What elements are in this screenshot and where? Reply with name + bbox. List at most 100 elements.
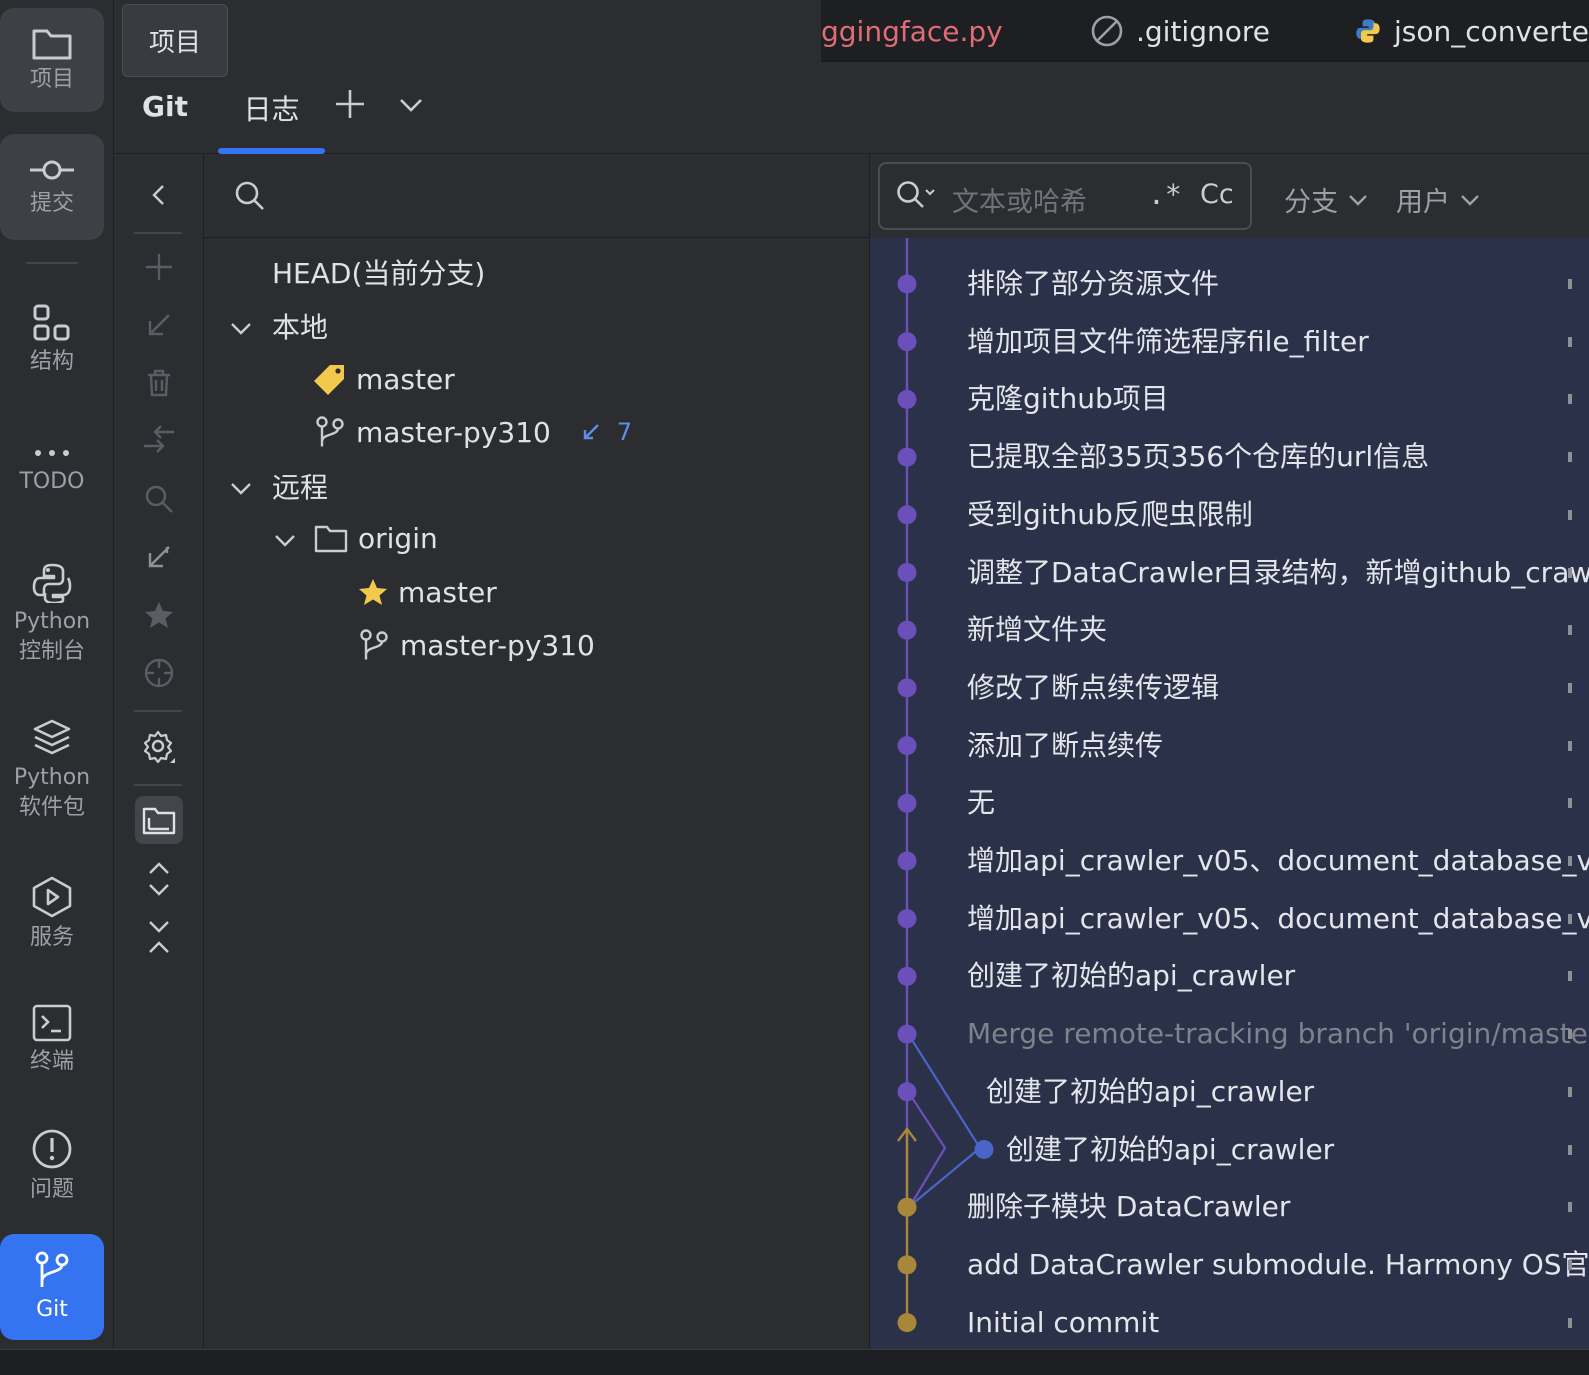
tree-remote-master[interactable]: master	[358, 572, 497, 612]
commit-row[interactable]: 添加了断点续传	[967, 726, 1163, 766]
commit-row-edge	[1568, 913, 1572, 924]
commit-row-edge	[1568, 509, 1572, 520]
navigate-log-button[interactable]	[138, 652, 180, 694]
commit-row[interactable]: 已提取全部35页356个仓库的url信息	[967, 437, 1429, 477]
editor-tab-huggingface[interactable]: ggingface.py	[821, 0, 1081, 62]
expand-all-button[interactable]	[138, 858, 180, 900]
activity-python-console[interactable]: Python 控制台	[0, 552, 104, 676]
commit-row-edge	[1568, 1029, 1572, 1040]
commit-row-edge	[1568, 971, 1572, 982]
compare-icon	[144, 425, 174, 453]
chevron-down-icon[interactable]	[274, 530, 296, 552]
activity-project[interactable]: 项目	[0, 8, 104, 112]
commit-row[interactable]: 增加api_crawler_v05、document_database_v05	[967, 841, 1589, 881]
commit-icon	[30, 160, 74, 180]
activity-commit[interactable]: 提交	[0, 134, 104, 240]
chevron-down-icon[interactable]	[230, 318, 252, 340]
branch-filter[interactable]: 分支	[1284, 180, 1368, 219]
tag-icon	[314, 365, 344, 395]
branch-search-bar[interactable]	[204, 154, 870, 238]
commit-row-edge	[1568, 336, 1572, 347]
graph-edge-merge	[906, 1031, 982, 1207]
editor-tab-json-converter[interactable]: json_converte	[1354, 0, 1589, 62]
commit-row[interactable]: 无	[967, 783, 995, 823]
layers-icon	[33, 719, 71, 755]
tab-dropdown-button[interactable]	[398, 92, 424, 122]
update-branch-button[interactable]	[138, 304, 180, 346]
commit-node	[897, 678, 917, 698]
expand-icon	[149, 862, 169, 896]
branch-toolbar	[114, 154, 204, 1375]
ignore-icon	[1091, 15, 1123, 47]
new-branch-button[interactable]	[138, 246, 180, 288]
project-tooltip: 项目	[122, 4, 228, 77]
commit-row[interactable]: 创建了初始的api_crawler	[967, 956, 1295, 996]
tree-head[interactable]: HEAD(当前分支)	[272, 252, 485, 292]
compare-branch-button[interactable]	[138, 418, 180, 460]
activity-terminal[interactable]: 终端	[0, 990, 104, 1090]
activity-python-packages[interactable]: Python 软件包	[0, 708, 104, 832]
tree-local-master[interactable]: master	[314, 359, 455, 399]
activity-label: 提交	[29, 191, 74, 216]
tab-log[interactable]: 日志	[218, 62, 325, 154]
activity-structure[interactable]: 结构	[0, 290, 104, 390]
more-icon	[35, 450, 69, 456]
commit-row[interactable]: 创建了初始的api_crawler	[986, 1072, 1314, 1112]
trash-icon	[148, 369, 170, 397]
commit-row[interactable]: 新增文件夹	[967, 610, 1107, 650]
editor-tab-gitignore[interactable]: .gitignore	[1090, 0, 1330, 62]
log-search-field[interactable]: 文本或哈希 .* Cc	[878, 162, 1252, 230]
commit-row[interactable]: 受到github反爬虫限制	[967, 495, 1253, 535]
commit-row[interactable]: 增加api_crawler_v05、document_database_v05	[967, 899, 1589, 939]
chevron-down-icon[interactable]	[230, 478, 252, 500]
commit-row[interactable]: Initial commit	[967, 1303, 1159, 1343]
toolbar-divider	[134, 784, 182, 786]
tree-local-master-py310[interactable]: master-py310 7	[314, 412, 632, 452]
tree-label: origin	[358, 521, 438, 555]
commit-row[interactable]: Merge remote-tracking branch 'origin/mas…	[967, 1014, 1589, 1054]
activity-services[interactable]: 服务	[0, 864, 104, 964]
commit-row-edge	[1568, 394, 1572, 405]
regex-toggle[interactable]: .*	[1148, 178, 1182, 211]
tab-label: .gitignore	[1136, 14, 1270, 48]
tree-origin[interactable]: origin	[314, 518, 438, 558]
delete-branch-button[interactable]	[138, 362, 180, 404]
commit-node	[897, 909, 917, 929]
plus-icon	[336, 90, 364, 118]
commit-node	[897, 1255, 917, 1275]
favorite-branch-button[interactable]	[138, 594, 180, 636]
commit-row[interactable]: 修改了断点续传逻辑	[967, 668, 1219, 708]
commit-row[interactable]: 创建了初始的api_crawler	[1006, 1130, 1334, 1170]
tree-remote-master-py310[interactable]: master-py310	[358, 625, 595, 665]
collapse-all-button[interactable]	[138, 916, 180, 958]
chevron-down-icon	[1461, 194, 1479, 206]
plus-icon	[146, 254, 172, 280]
commit-row[interactable]: 删除子模块 DataCrawler	[967, 1187, 1290, 1227]
group-by-directory-toggle[interactable]	[135, 796, 183, 844]
commit-row[interactable]: 增加项目文件筛选程序file_filter	[967, 322, 1369, 362]
incoming-commits-badge: 7	[581, 418, 632, 446]
commit-row[interactable]: 克隆github项目	[967, 379, 1169, 419]
commit-node	[897, 1197, 917, 1217]
tree-remote-group[interactable]: 远程	[272, 466, 328, 506]
tree-local-group[interactable]: 本地	[272, 306, 328, 346]
user-filter[interactable]: 用户	[1396, 180, 1480, 219]
search-branch-button[interactable]	[138, 478, 180, 520]
add-tab-button[interactable]	[334, 88, 366, 126]
star-icon	[359, 579, 387, 605]
match-case-toggle[interactable]: Cc	[1200, 179, 1234, 210]
settings-button[interactable]	[138, 726, 180, 768]
arrow-down-left-icon	[583, 424, 599, 440]
collapse-panel-button[interactable]	[138, 174, 180, 216]
commit-row[interactable]: 调整了DataCrawler目录结构，新增github_crawle	[967, 553, 1589, 593]
commit-row[interactable]: add DataCrawler submodule. Harmony OS官网	[967, 1245, 1589, 1285]
activity-git[interactable]: Git	[0, 1234, 104, 1340]
search-icon	[235, 181, 264, 210]
activity-todo[interactable]: TODO	[0, 420, 104, 520]
commit-row-edge	[1568, 1086, 1572, 1097]
commit-node	[897, 1313, 917, 1333]
commit-row[interactable]: 排除了部分资源文件	[967, 264, 1219, 304]
commit-row-edge	[1568, 1202, 1572, 1213]
activity-problems[interactable]: 问题	[0, 1116, 104, 1216]
fetch-button[interactable]	[138, 536, 180, 578]
